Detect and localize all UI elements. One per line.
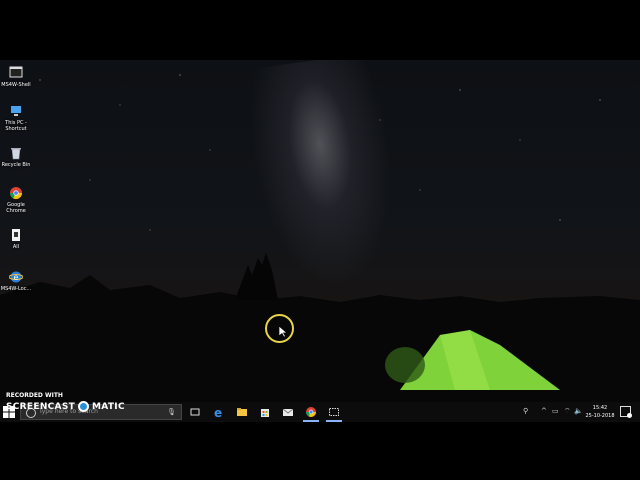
desktop-icon-ms4w-local[interactable]: e MS4W-Loc... — [0, 270, 32, 292]
task-view-icon[interactable] — [189, 406, 201, 418]
snipping-icon[interactable] — [326, 406, 342, 422]
recycle-bin-icon — [9, 146, 23, 160]
chrome-icon[interactable] — [303, 406, 319, 422]
clock-time: 15:42 — [592, 405, 608, 411]
people-icon[interactable]: ⚲ — [523, 407, 528, 415]
ie-icon: e — [8, 270, 24, 284]
chrome-icon — [9, 186, 23, 200]
mail-icon[interactable] — [282, 406, 294, 418]
desktop-wallpaper — [0, 60, 640, 422]
file-explorer-icon[interactable] — [236, 406, 248, 418]
screencast-logo-icon — [78, 401, 90, 412]
volume-icon[interactable]: 🔈 — [574, 407, 583, 415]
desktop-icon-ms4w-shell[interactable]: MS4W-Shell — [0, 66, 32, 88]
microphone-icon[interactable]: 🎙 — [167, 408, 176, 416]
chevron-up-icon[interactable]: ^ — [541, 407, 547, 415]
document-icon — [9, 228, 23, 242]
svg-text:e: e — [214, 406, 222, 418]
desktop-icon-label: MS4W-Shell — [1, 82, 31, 88]
desktop-icon-label: Google Chrome — [6, 202, 26, 214]
edge-icon[interactable]: e — [213, 406, 225, 420]
wallpaper-landscape — [0, 74, 640, 422]
desktop-icon-label: Recycle Bin — [1, 162, 31, 168]
screencast-o-matic-watermark: RECORDED WITH SCREENCAST MATIC — [6, 392, 125, 412]
wifi-icon[interactable]: ⌔ — [564, 407, 571, 416]
watermark-brand-a: SCREENCAST — [6, 402, 76, 412]
network-icon[interactable]: ▭ — [552, 407, 559, 415]
desktop-icon-all[interactable]: All — [0, 228, 32, 250]
desktop-icon-google-chrome[interactable]: Google Chrome — [0, 186, 32, 214]
terminal-icon — [9, 66, 23, 80]
clock-date: 25-10-2018 — [585, 413, 615, 419]
desktop-icon-label: This PC - Shortcut — [5, 120, 27, 132]
watermark-line2: SCREENCAST MATIC — [6, 401, 125, 412]
watermark-line1: RECORDED WITH — [6, 392, 63, 399]
mouse-pointer-icon — [279, 326, 287, 338]
store-icon[interactable] — [259, 406, 271, 418]
svg-text:e: e — [14, 273, 19, 282]
desktop-icon-label: All — [12, 244, 20, 250]
watermark-brand-b: MATIC — [92, 402, 125, 412]
desktop-icon-label: MS4W-Loc... — [0, 286, 32, 292]
clock[interactable]: 15:42 25-10-2018 — [584, 404, 616, 420]
computer-icon — [9, 104, 23, 118]
action-center-icon[interactable] — [620, 406, 632, 418]
desktop-icon-this-pc[interactable]: This PC - Shortcut — [0, 104, 32, 132]
desktop-icon-recycle-bin[interactable]: Recycle Bin — [0, 146, 32, 168]
